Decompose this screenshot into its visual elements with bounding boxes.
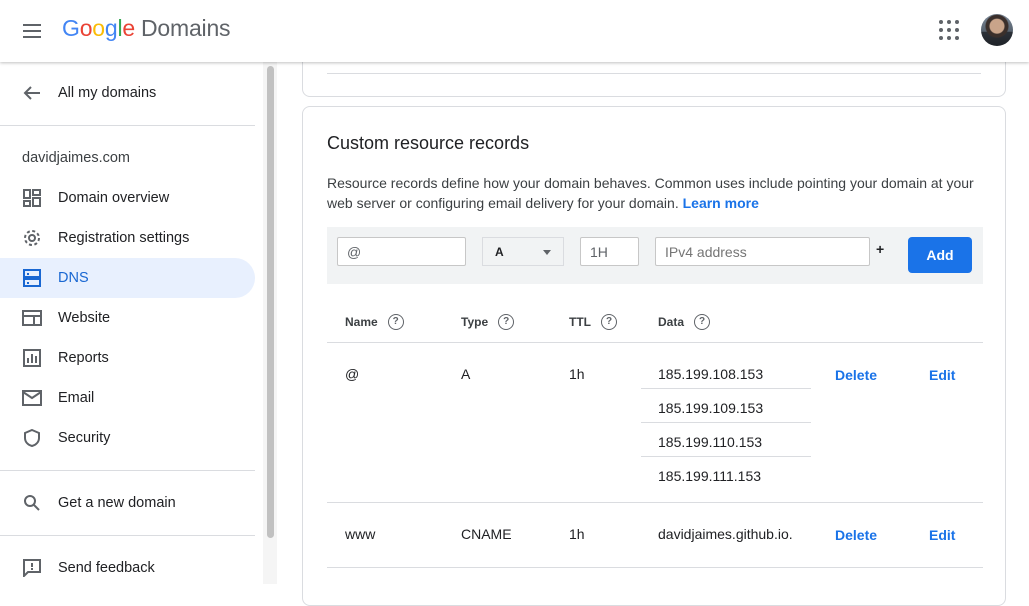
- chevron-down-icon: [543, 250, 551, 255]
- sidebar-scrollbar-thumb[interactable]: [267, 66, 274, 538]
- record-ttl: 1h: [569, 526, 585, 542]
- arrow-back-icon: [23, 86, 40, 100]
- edit-record-button[interactable]: Edit: [929, 527, 955, 543]
- name-input[interactable]: [337, 237, 466, 266]
- sidebar-item-reports[interactable]: Reports: [0, 338, 255, 378]
- section-title: Custom resource records: [327, 133, 530, 153]
- divider: [0, 125, 255, 126]
- feedback-icon: [23, 559, 41, 577]
- get-domain-label: Get a new domain: [58, 495, 176, 511]
- data-input[interactable]: [655, 237, 870, 266]
- main-content: Custom resource records Resource records…: [277, 52, 1029, 606]
- column-header-ttl: TTL?: [569, 314, 617, 330]
- sidebar-item-label: Domain overview: [58, 190, 170, 206]
- add-record-form: A + Add: [327, 227, 983, 284]
- bar-chart-icon: [23, 349, 41, 367]
- top-app-bar: Google Domains: [0, 0, 1029, 62]
- add-button[interactable]: Add: [908, 237, 972, 273]
- row-divider: [327, 502, 983, 503]
- header-divider: [327, 342, 983, 343]
- apps-grid-icon[interactable]: [939, 20, 959, 40]
- sidebar-item-domain-overview[interactable]: Domain overview: [0, 178, 255, 218]
- domain-name: davidjaimes.com: [22, 150, 130, 166]
- logo-product-name: Domains: [141, 15, 231, 41]
- dns-icon: [23, 269, 41, 287]
- record-data-value: davidjaimes.github.io.: [658, 526, 793, 542]
- sidebar-item-registration-settings[interactable]: Registration settings: [0, 218, 255, 258]
- custom-records-card: Custom resource records Resource records…: [302, 106, 1006, 606]
- sidebar-item-label: DNS: [58, 270, 89, 286]
- divider: [0, 470, 255, 471]
- web-icon: [22, 310, 42, 326]
- ttl-input[interactable]: [580, 237, 639, 266]
- column-header-data: Data?: [658, 314, 711, 330]
- add-data-plus-icon[interactable]: +: [876, 241, 884, 257]
- account-avatar[interactable]: [981, 14, 1013, 46]
- divider: [0, 535, 255, 536]
- sidebar-item-label: Website: [58, 310, 111, 326]
- sidebar-item-email[interactable]: Email: [0, 378, 255, 418]
- back-all-domains[interactable]: All my domains: [0, 73, 255, 113]
- column-header-type: Type?: [461, 314, 515, 330]
- column-header-name: Name?: [345, 314, 404, 330]
- feedback-label: Send feedback: [58, 560, 155, 576]
- help-icon[interactable]: ?: [387, 314, 404, 330]
- gear-icon: [24, 230, 40, 246]
- google-domains-logo[interactable]: Google Domains: [62, 15, 231, 42]
- sidebar-item-label: Registration settings: [58, 230, 190, 246]
- record-name: @: [345, 366, 360, 382]
- send-feedback-link[interactable]: Send feedback: [0, 548, 255, 588]
- row-divider: [327, 567, 983, 568]
- delete-record-button[interactable]: Delete: [835, 527, 877, 543]
- back-label: All my domains: [58, 85, 157, 101]
- mail-icon: [22, 390, 42, 406]
- help-icon[interactable]: ?: [694, 314, 711, 330]
- sidebar-item-label: Security: [58, 430, 111, 446]
- record-ttl: 1h: [569, 366, 585, 382]
- sidebar-item-label: Email: [58, 390, 95, 406]
- record-data-value: 185.199.111.153: [658, 468, 762, 484]
- hamburger-menu-icon[interactable]: [20, 19, 46, 43]
- help-icon[interactable]: ?: [601, 314, 617, 330]
- help-icon[interactable]: ?: [498, 314, 515, 330]
- record-data-value: 185.199.109.153: [658, 400, 764, 416]
- record-type: A: [461, 366, 471, 382]
- delete-record-button[interactable]: Delete: [835, 367, 877, 383]
- edit-record-button[interactable]: Edit: [929, 367, 955, 383]
- search-icon: [24, 495, 40, 511]
- record-data-value: 185.199.110.153: [658, 434, 763, 450]
- section-description: Resource records define how your domain …: [327, 175, 974, 211]
- record-type: CNAME: [461, 526, 512, 542]
- type-select[interactable]: A: [482, 237, 564, 266]
- shield-icon: [24, 429, 40, 447]
- dashboard-icon: [23, 189, 41, 207]
- sidebar-item-security[interactable]: Security: [0, 418, 255, 458]
- sidebar-item-dns[interactable]: DNS: [0, 258, 255, 298]
- learn-more-link[interactable]: Learn more: [683, 195, 759, 211]
- record-data-value: 185.199.108.153: [658, 366, 764, 382]
- record-name: www: [345, 526, 376, 542]
- sidebar-item-label: Reports: [58, 350, 109, 366]
- get-new-domain-link[interactable]: Get a new domain: [0, 483, 255, 523]
- sidebar-item-website[interactable]: Website: [0, 298, 255, 338]
- sidebar-nav: All my domains davidjaimes.com Domain ov…: [0, 62, 263, 584]
